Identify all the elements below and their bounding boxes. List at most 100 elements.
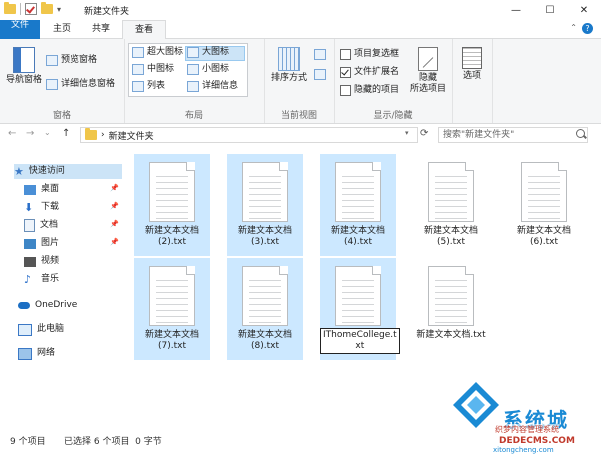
large-icon (187, 46, 199, 58)
item-checkboxes-checkbox[interactable] (340, 48, 351, 60)
nav-item-music[interactable]: ♪ 音乐 (24, 272, 59, 287)
text-file-icon (428, 162, 474, 222)
file-item[interactable]: 新建文本文档.txt (413, 258, 489, 360)
pin-icon[interactable]: 📌 (110, 238, 119, 246)
nav-item-onedrive[interactable]: OneDrive (18, 298, 77, 313)
small-label: 小图标 (202, 64, 230, 74)
ribbon-tabs: 文件 主页 共享 查看 ⌃ ? (0, 20, 601, 122)
show-hide-group-label: 显示/隐藏 (373, 111, 413, 121)
layout-extra-large[interactable]: 超大图标 (132, 45, 183, 59)
pin-icon[interactable]: 📌 (110, 220, 119, 228)
title-bar: ▾ 新建文件夹 — ☐ ✕ (0, 0, 601, 20)
up-button[interactable]: ↑ (62, 128, 70, 139)
file-extensions-option[interactable]: 文件扩展名 (340, 65, 399, 79)
file-name-line1: 新建文本文档 (516, 226, 571, 236)
file-item[interactable]: 新建文本文档 (3).txt (227, 154, 303, 256)
refresh-icon[interactable]: ⟳ (420, 128, 428, 139)
text-file-icon (428, 266, 474, 326)
hide-selected-label-1: 隐藏 (418, 73, 437, 83)
folder-icon[interactable] (4, 2, 16, 14)
back-button[interactable]: ← (8, 128, 16, 139)
nav-item-this-pc[interactable]: 此电脑 (18, 322, 64, 337)
network-icon (18, 347, 32, 360)
tab-home[interactable]: 主页 (42, 20, 82, 38)
text-file-icon (149, 162, 195, 222)
extra-large-label: 超大图标 (147, 47, 184, 57)
file-name-line2: (2).txt (158, 237, 186, 247)
hide-selected-icon (418, 47, 438, 71)
sort-by-button[interactable]: 排序方式 (268, 47, 310, 84)
nav-item-downloads[interactable]: ⬇ 下载 (24, 200, 59, 215)
hide-selected-label-2: 所选项目 (409, 84, 446, 94)
item-checkboxes-option[interactable]: 项目复选框 (340, 47, 399, 61)
new-folder-icon[interactable] (41, 2, 53, 14)
item-checkboxes-label: 项目复选框 (354, 49, 400, 59)
nav-item-desktop[interactable]: 桌面 (24, 182, 59, 197)
file-name-line2: (8).txt (251, 341, 279, 351)
layout-small[interactable]: 小图标 (187, 62, 229, 76)
tab-share[interactable]: 共享 (82, 20, 120, 38)
sort-by-label: 排序方式 (270, 73, 307, 83)
nav-pane-icon (13, 47, 35, 73)
search-icon[interactable] (576, 129, 585, 138)
file-item[interactable]: 新建文本文档 (7).txt (134, 258, 210, 360)
file-name-line1: 新建文本文档 (423, 226, 478, 236)
hidden-items-option[interactable]: 隐藏的项目 (340, 83, 399, 97)
file-item[interactable]: 新建文本文档 (2).txt (134, 154, 210, 256)
file-name-line1: 新建文本文档 (144, 330, 199, 340)
search-input[interactable]: 搜索"新建文件夹" (438, 127, 588, 143)
pin-icon[interactable]: 📌 (110, 184, 119, 192)
layout-list[interactable]: 列表 (132, 79, 165, 93)
file-name-line2: (5).txt (437, 237, 465, 247)
nav-label-quick-access: 快速访问 (28, 166, 65, 176)
file-name-line1: 新建文本文档.txt (416, 330, 486, 340)
nav-label-documents: 文档 (40, 220, 59, 230)
expand-ribbon-icon[interactable]: ⌃ (570, 23, 577, 32)
nav-item-videos[interactable]: 视频 (24, 254, 59, 269)
rename-input[interactable]: IThomeCollege.t xt (320, 328, 400, 354)
file-extensions-checkbox[interactable] (340, 66, 351, 78)
address-dropdown-icon[interactable]: ▾ (405, 129, 409, 137)
nav-item-quick-access[interactable]: ★ 快速访问 (14, 164, 122, 179)
qa-dropdown-icon[interactable]: ▾ (57, 5, 61, 14)
extra-large-icon (132, 46, 144, 58)
forward-button[interactable]: → (26, 128, 34, 139)
layout-large[interactable]: 大图标 (187, 45, 229, 59)
preview-pane-button[interactable]: 预览窗格 (46, 53, 97, 67)
layout-details[interactable]: 详细信息 (187, 79, 238, 93)
layout-medium[interactable]: 中图标 (132, 62, 174, 76)
nav-pane-label: 导航窗格 (5, 75, 42, 85)
properties-icon[interactable] (25, 3, 37, 15)
group-by-icon[interactable] (314, 49, 326, 60)
address-path[interactable]: 新建文件夹 (109, 129, 154, 142)
maximize-button[interactable]: ☐ (533, 0, 567, 20)
video-icon (24, 256, 36, 267)
file-item[interactable]: 新建文本文档 (5).txt (413, 154, 489, 256)
help-icon[interactable]: ? (582, 23, 593, 34)
details-pane-button[interactable]: 详细信息窗格 (46, 77, 115, 91)
file-item-renaming[interactable]: IThomeCollege.t xt (320, 258, 400, 360)
file-item[interactable]: 新建文本文档 (8).txt (227, 258, 303, 360)
current-view-group: 排序方式 当前视图 (264, 39, 335, 123)
preview-pane-label: 预览窗格 (61, 55, 98, 65)
close-button[interactable]: ✕ (567, 0, 601, 20)
add-columns-icon[interactable] (314, 69, 326, 80)
nav-item-network[interactable]: 网络 (18, 346, 55, 361)
file-name-line1: 新建文本文档 (237, 226, 292, 236)
recent-locations-button[interactable]: ⌄ (44, 128, 51, 137)
minimize-button[interactable]: — (499, 0, 533, 20)
small-icon (187, 63, 199, 75)
nav-item-pictures[interactable]: 图片 (24, 236, 59, 251)
nav-pane-button[interactable]: 导航窗格 (4, 47, 44, 86)
pin-icon[interactable]: 📌 (110, 202, 119, 210)
hidden-items-checkbox[interactable] (340, 84, 351, 96)
hide-selected-button[interactable]: 隐藏 所选项目 (406, 47, 450, 95)
list-icon (132, 80, 144, 92)
address-field[interactable]: › 新建文件夹 (80, 127, 418, 143)
tab-view[interactable]: 查看 (122, 20, 166, 40)
file-item[interactable]: 新建文本文档 (6).txt (506, 154, 582, 256)
nav-item-documents[interactable]: 文档 (24, 218, 58, 233)
options-button[interactable]: 选项 (456, 47, 488, 82)
file-item[interactable]: 新建文本文档 (4).txt (320, 154, 396, 256)
item-count: 9 个项目 (10, 437, 46, 447)
